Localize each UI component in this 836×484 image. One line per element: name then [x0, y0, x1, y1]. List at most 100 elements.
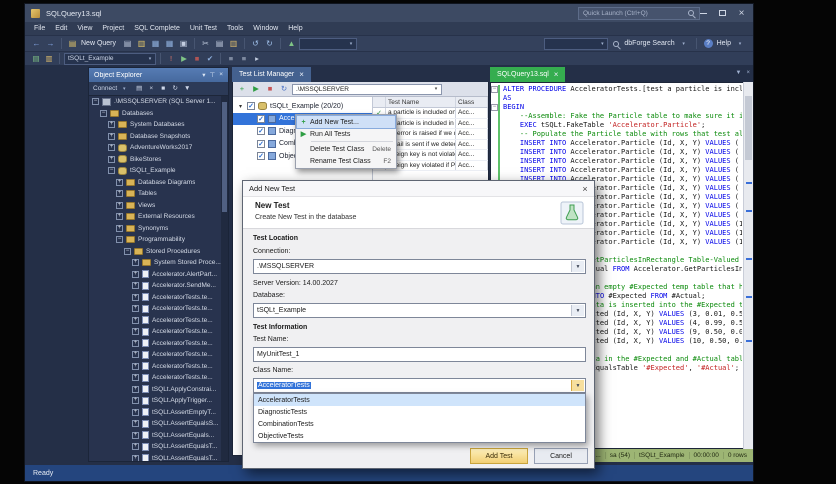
menu-window[interactable]: Window [248, 22, 283, 35]
checkbox[interactable]: ✓ [247, 102, 255, 111]
refresh-icon[interactable]: ↻ [170, 83, 180, 94]
class-option-diagnostictests[interactable]: DiagnosticTests [254, 406, 585, 418]
quick-launch-input[interactable]: Quick Launch (Ctrl+Q) [578, 6, 700, 20]
oe-node-views[interactable]: + Views [89, 200, 221, 212]
new-file-icon[interactable]: ▤ [121, 37, 134, 50]
expand-icon[interactable]: + [116, 190, 123, 198]
stop-icon[interactable]: ■ [158, 83, 168, 94]
oe-node-acceleratortests-te[interactable]: + AcceleratorTests.te... [89, 372, 221, 384]
expand-icon[interactable]: + [108, 132, 115, 140]
undo-icon[interactable]: ↺ [249, 37, 262, 50]
scrollbar-thumb[interactable] [222, 102, 227, 212]
expand-icon[interactable]: + [132, 282, 139, 290]
oe-node-acceleratortests-te[interactable]: + AcceleratorTests.te... [89, 315, 221, 327]
fold-marker[interactable]: − [491, 104, 498, 111]
close-icon[interactable]: × [746, 70, 750, 76]
filter-icon[interactable]: ▼ [182, 83, 192, 94]
class-name-combo[interactable]: AcceleratorTests ▼ [253, 378, 586, 393]
expand-icon[interactable]: + [132, 431, 139, 439]
oe-node-system-stored-proce[interactable]: + System Stored Proce... [89, 257, 221, 269]
menu-view[interactable]: View [72, 22, 97, 35]
oe-node-acceleratortests-te[interactable]: + AcceleratorTests.te... [89, 361, 221, 373]
oe-node-adventureworks2017[interactable]: + AdventureWorks2017 [89, 142, 221, 154]
chevron-down-icon[interactable]: ▾ [735, 41, 745, 47]
chevron-down-icon[interactable]: ▾ [679, 41, 689, 47]
oe-node-acceleratortests-te[interactable]: + AcceleratorTests.te... [89, 326, 221, 338]
indent-icon[interactable]: ▸ [251, 53, 263, 65]
expand-icon[interactable]: + [116, 213, 123, 221]
oe-node-acceleratortests-te[interactable]: + AcceleratorTests.te... [89, 338, 221, 350]
oe-node-tsqlt-applytrigger[interactable]: + tSQLt.ApplyTrigger... [89, 395, 221, 407]
disconnect-icon[interactable]: × [146, 83, 156, 94]
expand-icon[interactable]: + [132, 305, 139, 313]
menu-sql-complete[interactable]: SQL Complete [129, 22, 185, 35]
expand-icon[interactable]: + [132, 385, 139, 393]
oe-node-databases[interactable]: − Databases [89, 108, 221, 120]
collapse-triangle-icon[interactable]: ▾ [237, 103, 244, 110]
menu-file[interactable]: File [29, 22, 50, 35]
expand-icon[interactable]: + [116, 224, 123, 232]
cancel-query-icon[interactable]: ■ [191, 53, 203, 65]
checkbox[interactable]: ✓ [257, 152, 265, 161]
execute-icon[interactable]: ! [165, 53, 177, 65]
menu-tools[interactable]: Tools [222, 22, 248, 35]
collapse-icon[interactable]: − [116, 236, 123, 244]
editor-scrollbar[interactable] [743, 82, 753, 449]
menu-project[interactable]: Project [97, 22, 129, 35]
collapse-icon[interactable]: − [92, 98, 99, 106]
expand-icon[interactable]: + [132, 362, 139, 370]
database-combo[interactable]: tSQLt_Example ▼ [253, 303, 586, 318]
context-delete-test-class[interactable]: Delete Test Class Delete [297, 143, 395, 155]
oe-node-tsqlt-assertemptyt[interactable]: + tSQLt.AssertEmptyT... [89, 407, 221, 419]
expand-icon[interactable]: + [116, 178, 123, 186]
chevron-down-icon[interactable]: ▼ [571, 380, 584, 391]
cut-icon[interactable]: ✂ [199, 37, 212, 50]
collapse-icon[interactable]: − [100, 109, 107, 117]
oe-node-tsqlt-assertequalss[interactable]: + tSQLt.AssertEqualsS... [89, 418, 221, 430]
oe-node-tsqlt-assertequalst[interactable]: + tSQLt.AssertEqualsT... [89, 441, 221, 453]
new-query-icon[interactable]: ▤ [66, 37, 79, 50]
oe-node-system-databases[interactable]: + System Databases [89, 119, 221, 131]
connect-database-icon[interactable]: ▤ [30, 53, 42, 65]
oe-node-acceleratortests-te[interactable]: + AcceleratorTests.te... [89, 349, 221, 361]
oe-node-database-diagrams[interactable]: + Database Diagrams [89, 177, 221, 189]
copy-icon[interactable]: ▤ [213, 37, 226, 50]
add-test-button[interactable]: Add Test [470, 448, 528, 464]
context-rename-test-class[interactable]: Rename Test Class F2 [297, 155, 395, 167]
run-tests-icon[interactable]: ▶ [250, 83, 262, 95]
parse-icon[interactable]: ✔ [204, 53, 216, 65]
oe-node-acceleratortests-te[interactable]: + AcceleratorTests.te... [89, 292, 221, 304]
oe-node-external-resources[interactable]: + External Resources [89, 211, 221, 223]
connection-combo[interactable]: .\MSSQLSERVER ▼ [253, 259, 586, 274]
context-add-new-test[interactable]: + Add New Test... [296, 115, 396, 129]
comment-out-icon[interactable]: ≡ [225, 53, 237, 65]
dialog-close-button[interactable]: × [576, 181, 594, 196]
class-option-combinationtests[interactable]: CombinationTests [254, 418, 585, 430]
document-list-icon[interactable]: ▼ [736, 70, 742, 76]
expand-icon[interactable]: + [132, 328, 139, 336]
oe-node-stored-procedures[interactable]: − Stored Procedures [89, 246, 221, 258]
chevron-down-icon[interactable]: ▼ [571, 261, 584, 272]
chevron-down-icon[interactable]: ▾ [202, 71, 205, 79]
expand-icon[interactable]: + [132, 408, 139, 416]
oe-node-accelerator-alertpart[interactable]: + Accelerator.AlertPart... [89, 269, 221, 281]
oe-node-mssqlserver-sql-server-1[interactable]: − .\MSSQLSERVER (SQL Server 1... [89, 96, 221, 108]
expand-icon[interactable]: + [116, 201, 123, 209]
oe-node-programmability[interactable]: − Programmability [89, 234, 221, 246]
expand-icon[interactable]: + [132, 316, 139, 324]
save-icon[interactable]: ▦ [149, 37, 162, 50]
class-option-acceleratortests[interactable]: AcceleratorTests [254, 394, 585, 406]
open-file-icon[interactable]: ▥ [135, 37, 148, 50]
close-icon[interactable]: × [554, 70, 559, 79]
expand-icon[interactable]: + [132, 374, 139, 382]
oe-node-tsqlt-assertequalst[interactable]: + tSQLt.AssertEqualsT... [89, 453, 221, 461]
cancel-button[interactable]: Cancel [534, 448, 588, 464]
expand-icon[interactable]: + [108, 155, 115, 163]
dbforge-search-button[interactable]: dbForge Search [624, 40, 674, 47]
collapse-icon[interactable]: − [108, 167, 115, 175]
oe-node-tsqlt-example[interactable]: − tSQLt_Example [89, 165, 221, 177]
expand-icon[interactable]: + [132, 454, 139, 461]
oe-node-bikestores[interactable]: + BikeStores [89, 154, 221, 166]
tab-test-list-manager[interactable]: Test List Manager × [232, 67, 311, 82]
oe-node-acceleratortests-te[interactable]: + AcceleratorTests.te... [89, 303, 221, 315]
